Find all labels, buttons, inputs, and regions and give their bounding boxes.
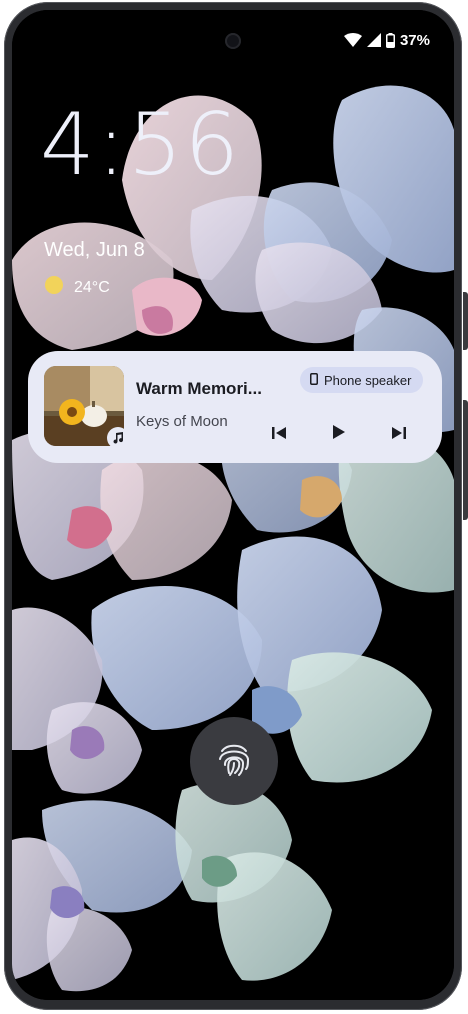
- play-button[interactable]: [326, 421, 352, 447]
- previous-track-button[interactable]: [266, 421, 292, 447]
- phone-device: 37% 4:56 Wed, Jun 8 24°C Warm Memori... …: [0, 0, 468, 1014]
- media-player-card[interactable]: Warm Memori... Keys of Moon Phone speake…: [28, 351, 442, 463]
- status-bar: 37%: [343, 30, 430, 50]
- cell-signal-icon: [366, 33, 381, 47]
- lock-clock: 4:56: [40, 95, 242, 195]
- output-device-chip[interactable]: Phone speaker: [300, 367, 424, 393]
- fingerprint-icon: [214, 739, 254, 783]
- song-artist: Keys of Moon: [136, 413, 228, 430]
- app-badge: [107, 427, 129, 449]
- lock-screen: 37% 4:56 Wed, Jun 8 24°C Warm Memori... …: [12, 10, 454, 1000]
- fingerprint-sensor[interactable]: [190, 717, 278, 805]
- front-camera: [225, 33, 241, 49]
- phone-icon: [310, 372, 318, 388]
- output-device-label: Phone speaker: [324, 372, 412, 388]
- music-note-icon: [112, 429, 124, 448]
- battery-percent: 37%: [399, 31, 430, 49]
- skip-next-icon: [391, 425, 407, 444]
- sun-icon: [44, 275, 64, 300]
- weather-widget[interactable]: 24°C: [44, 275, 110, 300]
- next-track-button[interactable]: [386, 421, 412, 447]
- lock-date[interactable]: Wed, Jun 8: [44, 239, 145, 262]
- battery-icon: [385, 32, 395, 48]
- skip-previous-icon: [271, 425, 287, 444]
- wifi-icon: [343, 33, 362, 47]
- volume-button: [463, 400, 468, 520]
- temperature: 24°C: [74, 278, 110, 296]
- play-icon: [332, 424, 346, 444]
- song-title: Warm Memori...: [136, 379, 262, 398]
- power-button: [463, 292, 468, 350]
